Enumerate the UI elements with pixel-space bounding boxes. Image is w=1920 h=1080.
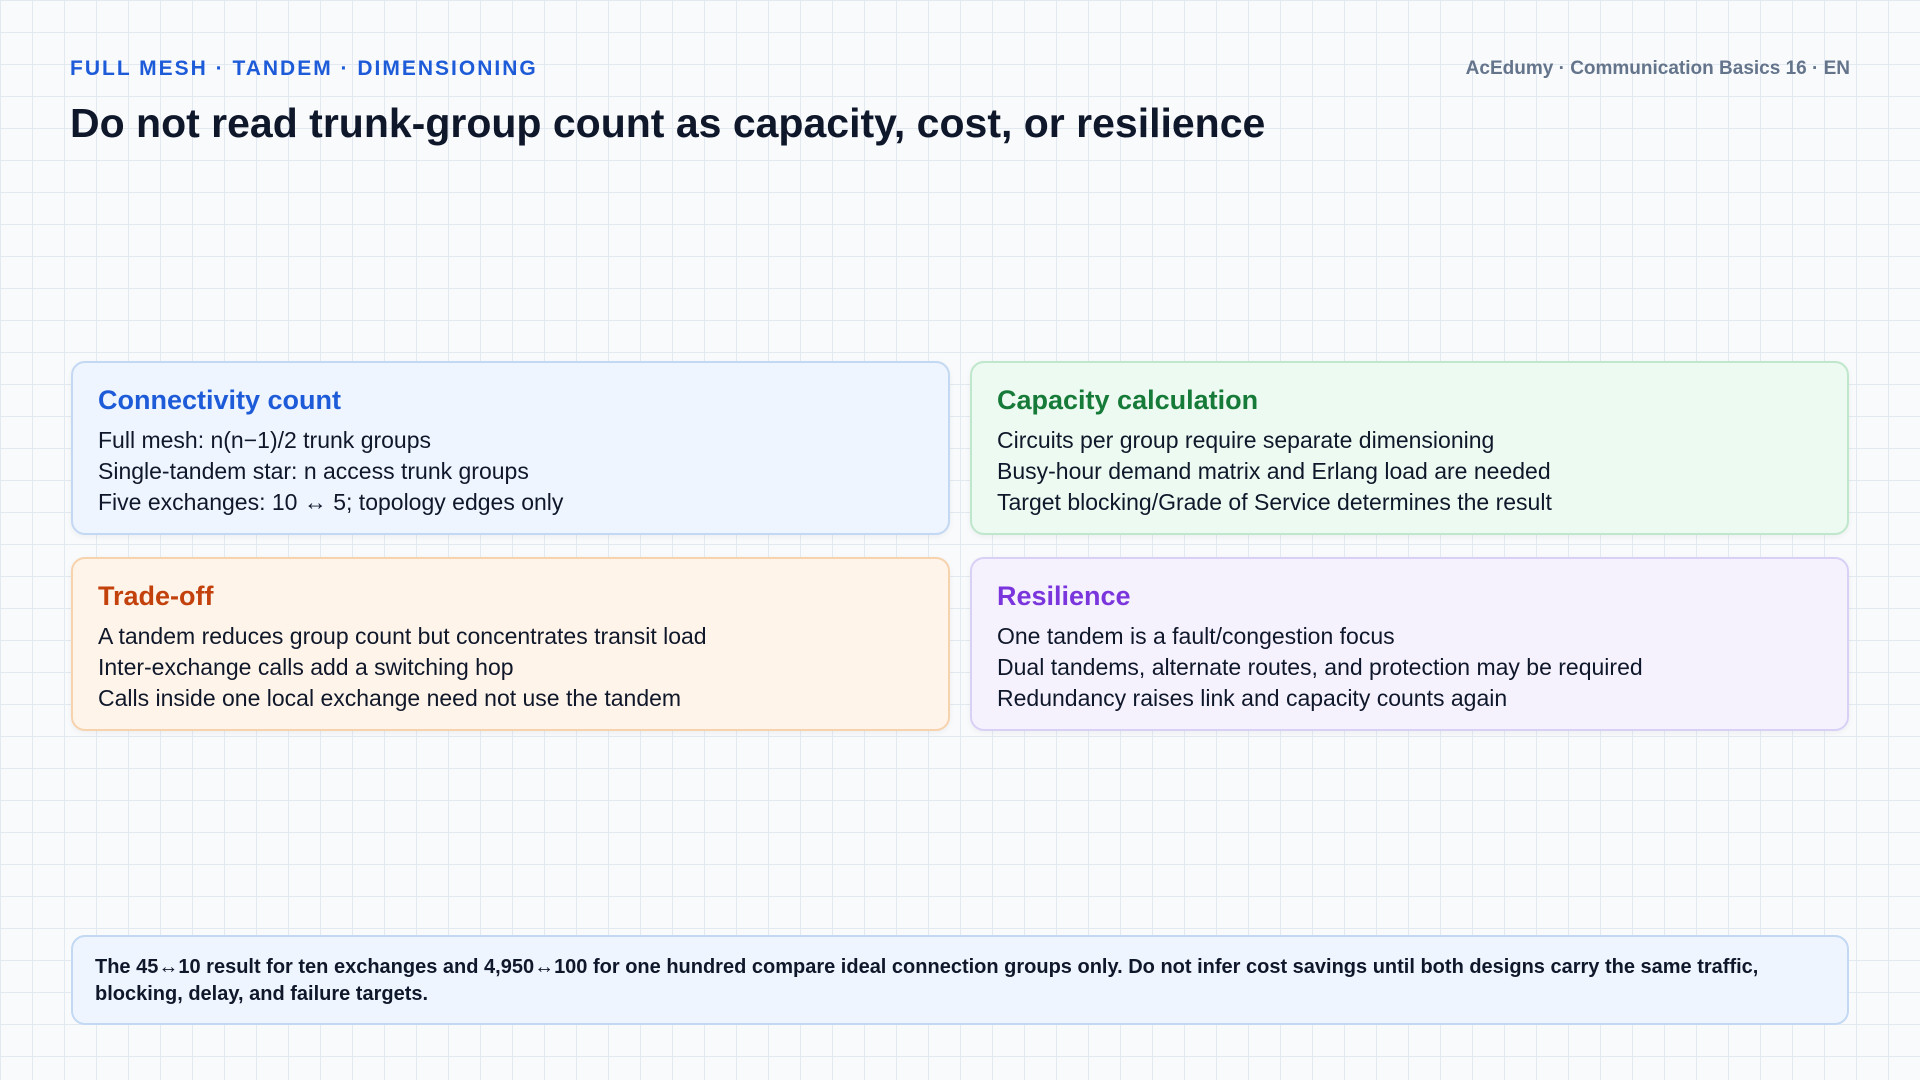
resilience-card: Resilience One tandem is a fault/congest…: [970, 557, 1849, 731]
trade-off-card: Trade-off A tandem reduces group count b…: [71, 557, 950, 731]
topic-eyebrow: FULL MESH · TANDEM · DIMENSIONING: [70, 57, 538, 80]
card-line: Inter-exchange calls add a switching hop: [98, 654, 514, 680]
summary-note: The 45↔10 result for ten exchanges and 4…: [71, 935, 1849, 1025]
card-title: Capacity calculation: [997, 385, 1259, 415]
card-line: One tandem is a fault/congestion focus: [997, 623, 1395, 649]
page-title: Do not read trunk-group count as capacit…: [70, 100, 1266, 146]
capacity-calculation-card: Capacity calculation Circuits per group …: [970, 361, 1849, 535]
card-line: Calls inside one local exchange need not…: [98, 685, 682, 711]
card-line: A tandem reduces group count but concent…: [98, 623, 707, 649]
card-line: Single-tandem star: n access trunk group…: [98, 458, 529, 484]
card-title: Connectivity count: [98, 385, 342, 415]
card-line: Target blocking/Grade of Service determi…: [997, 489, 1552, 515]
card-title: Trade-off: [98, 581, 214, 611]
card-line: Redundancy raises link and capacity coun…: [997, 685, 1508, 711]
card-line: Dual tandems, alternate routes, and prot…: [997, 654, 1643, 680]
card-line: Circuits per group require separate dime…: [997, 427, 1495, 453]
card-line: Five exchanges: 10 ↔ 5; topology edges o…: [98, 489, 564, 515]
card-grid: Connectivity count Full mesh: n(n−1)/2 t…: [71, 361, 1849, 731]
card-line-list: Full mesh: n(n−1)/2 trunk groups Single-…: [98, 425, 924, 518]
course-label: AcEdumy · Communication Basics 16 · EN: [1465, 58, 1850, 79]
card-line: Full mesh: n(n−1)/2 trunk groups: [98, 427, 432, 453]
card-line-list: Circuits per group require separate dime…: [997, 425, 1823, 518]
card-title: Resilience: [997, 581, 1131, 611]
connectivity-count-card: Connectivity count Full mesh: n(n−1)/2 t…: [71, 361, 950, 535]
card-line-list: One tandem is a fault/congestion focus D…: [997, 621, 1823, 714]
card-line: Busy-hour demand matrix and Erlang load …: [997, 458, 1551, 484]
card-line-list: A tandem reduces group count but concent…: [98, 621, 924, 714]
